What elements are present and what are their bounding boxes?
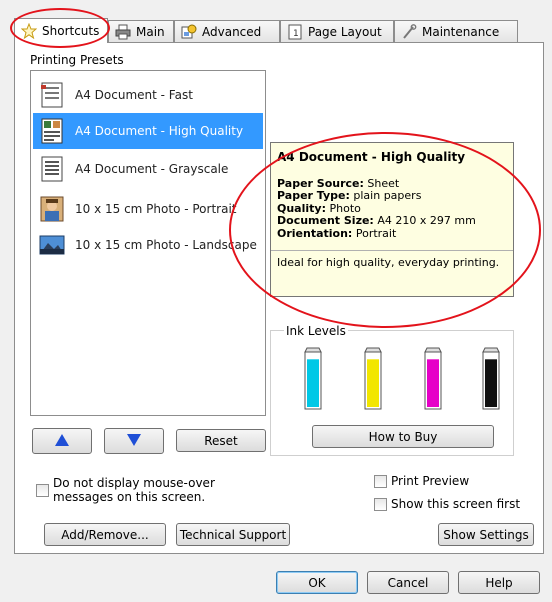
ink-cartridge-magenta	[424, 347, 442, 410]
preset-item-a4-fast[interactable]: A4 Document - Fast	[33, 77, 263, 113]
help-button[interactable]: Help	[458, 571, 540, 594]
document-grayscale-icon	[39, 155, 65, 183]
show-settings-button[interactable]: Show Settings	[438, 523, 534, 546]
show-first-row[interactable]: Show this screen first	[374, 497, 520, 511]
preset-label: A4 Document - Grayscale	[75, 162, 229, 176]
tooltip-value: A4 210 x 297 mm	[377, 214, 476, 227]
wrench-icon	[401, 23, 417, 40]
up-arrow-icon	[54, 433, 70, 450]
preset-label: 10 x 15 cm Photo - Portrait	[75, 202, 237, 216]
how-to-buy-button[interactable]: How to Buy	[312, 425, 494, 448]
ok-button[interactable]: OK	[276, 571, 358, 594]
tooltip-value: Sheet	[367, 176, 400, 190]
print-preview-checkbox[interactable]	[374, 475, 387, 488]
preset-tooltip: A4 Document - High Quality Paper Source:…	[270, 142, 514, 297]
show-first-checkbox[interactable]	[374, 498, 387, 511]
tooltip-key: Document Size:	[277, 214, 374, 227]
tab-maintenance[interactable]: Maintenance	[394, 20, 518, 42]
preset-label: 10 x 15 cm Photo - Landscape	[75, 238, 257, 252]
tooltip-title: A4 Document - High Quality	[277, 150, 466, 164]
photo-portrait-icon	[39, 195, 65, 223]
preset-item-a4-high-quality[interactable]: A4 Document - High Quality	[33, 113, 263, 149]
star-icon	[21, 23, 37, 39]
mouse-over-checkbox-row[interactable]: Do not display mouse-over messages on th…	[36, 476, 276, 504]
tooltip-divider	[271, 250, 513, 251]
tab-label: Page Layout	[308, 24, 382, 39]
svg-text:1: 1	[293, 29, 299, 39]
printer-icon	[115, 24, 131, 40]
move-down-button[interactable]	[104, 428, 164, 454]
technical-support-button[interactable]: Technical Support	[176, 523, 290, 546]
tab-shortcuts[interactable]: Shortcuts	[14, 18, 108, 43]
printer-properties-dialog: Shortcuts Main Advanced 1 Page Layout Ma…	[0, 0, 552, 602]
photo-landscape-icon	[39, 231, 65, 259]
document-high-quality-icon	[39, 117, 65, 145]
show-first-label: Show this screen first	[391, 497, 521, 511]
tab-page-layout[interactable]: 1 Page Layout	[280, 20, 394, 42]
down-arrow-icon	[126, 433, 142, 450]
move-up-button[interactable]	[32, 428, 92, 454]
page-layout-icon: 1	[287, 24, 303, 40]
ink-cartridge-yellow	[364, 347, 382, 410]
tab-advanced[interactable]: Advanced	[174, 20, 280, 42]
tooltip-value: plain papers	[353, 189, 422, 202]
tooltip-row: Orientation: Portrait	[277, 226, 507, 241]
tab-main[interactable]: Main	[108, 20, 174, 42]
tooltip-key: Quality:	[277, 201, 326, 215]
ink-cartridge-black	[482, 347, 500, 410]
document-fast-icon	[39, 81, 65, 109]
mouse-over-checkbox[interactable]	[36, 484, 49, 497]
tab-label: Maintenance	[422, 24, 500, 39]
tooltip-key: Paper Type:	[277, 189, 350, 202]
ink-levels-label: Ink Levels	[284, 324, 348, 338]
tooltip-value: Photo	[329, 201, 361, 215]
tab-label: Shortcuts	[42, 24, 100, 38]
print-preview-row[interactable]: Print Preview	[374, 474, 469, 488]
preset-label: A4 Document - Fast	[75, 88, 193, 102]
tab-strip: Shortcuts Main Advanced 1 Page Layout Ma…	[14, 18, 544, 43]
preset-item-photo-landscape[interactable]: 10 x 15 cm Photo - Landscape	[33, 227, 263, 263]
tab-label: Advanced	[202, 24, 262, 39]
ink-cartridge-cyan	[304, 347, 322, 410]
tooltip-description: Ideal for high quality, everyday printin…	[277, 256, 500, 269]
tooltip-value: Portrait	[355, 226, 397, 240]
tab-label: Main	[136, 24, 165, 39]
add-remove-button[interactable]: Add/Remove...	[44, 523, 166, 546]
tooltip-key: Paper Source:	[277, 176, 364, 190]
tooltip-key: Orientation:	[277, 226, 353, 240]
preset-item-a4-grayscale[interactable]: A4 Document - Grayscale	[33, 151, 263, 187]
reset-button[interactable]: Reset	[176, 429, 266, 452]
cancel-button[interactable]: Cancel	[367, 571, 449, 594]
print-preview-label: Print Preview	[391, 474, 470, 488]
mouse-over-label: Do not display mouse-over messages on th…	[53, 476, 215, 504]
preset-item-photo-portrait[interactable]: 10 x 15 cm Photo - Portrait	[33, 191, 263, 227]
presets-list[interactable]: A4 Document - Fast A4 Document - High Qu…	[30, 70, 266, 416]
preset-label: A4 Document - High Quality	[75, 124, 244, 138]
advanced-icon	[181, 24, 197, 40]
printing-presets-label: Printing Presets	[30, 53, 124, 67]
